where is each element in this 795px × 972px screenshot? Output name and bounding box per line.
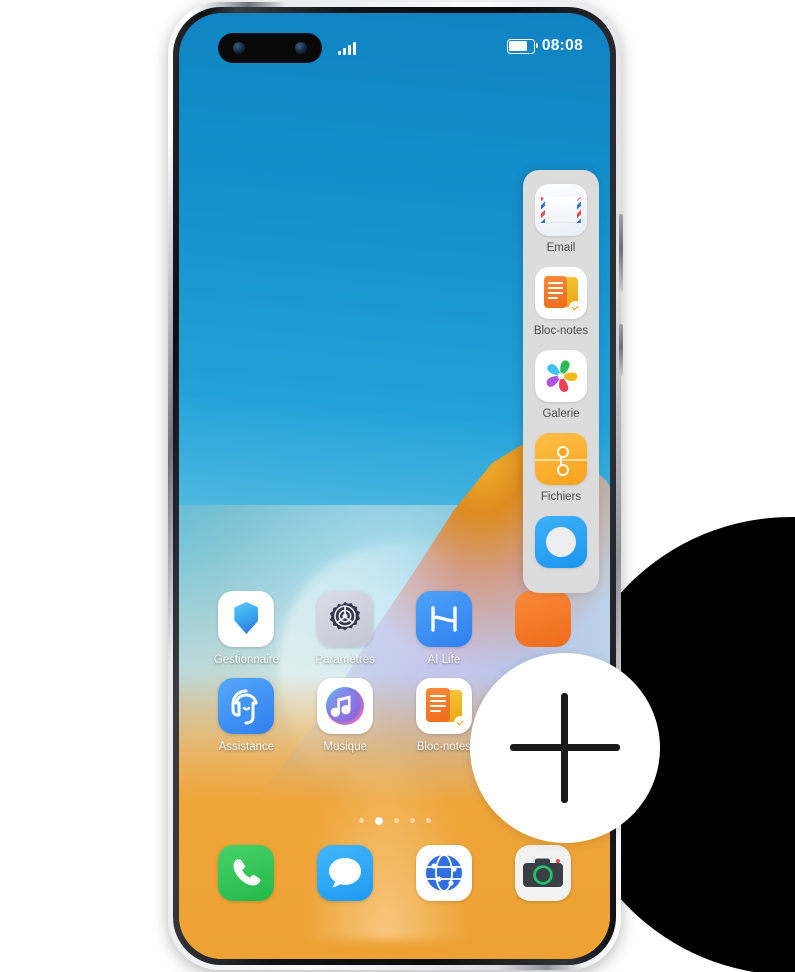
page-dot[interactable] bbox=[409, 818, 415, 823]
dock-app-camera[interactable] bbox=[493, 845, 592, 901]
add-button[interactable] bbox=[470, 653, 660, 843]
signal-bars-icon bbox=[338, 41, 356, 55]
plus-icon-vertical bbox=[561, 693, 568, 803]
dock-app-messages[interactable] bbox=[296, 845, 395, 901]
camera-lens-right-icon bbox=[295, 42, 307, 54]
camera-lens-left-icon bbox=[233, 42, 245, 54]
app-gestionnaire[interactable]: Gestionnaire bbox=[197, 591, 296, 666]
page-dot[interactable] bbox=[358, 818, 364, 823]
shield-icon bbox=[218, 591, 275, 647]
bottom-dock bbox=[179, 845, 610, 901]
dock-app-phone[interactable] bbox=[197, 845, 296, 901]
power-button[interactable] bbox=[619, 324, 623, 376]
page-dot[interactable] bbox=[393, 818, 399, 823]
front-camera-cutout bbox=[218, 33, 322, 63]
gallery-flower-icon bbox=[535, 350, 587, 402]
app-ai-life[interactable]: AI Life bbox=[395, 591, 494, 666]
music-note-icon bbox=[317, 678, 374, 734]
dock-item-label: Fichiers bbox=[540, 491, 582, 503]
status-bar-clock: 08:08 bbox=[541, 37, 583, 54]
battery-fill bbox=[509, 41, 528, 51]
dock-item-label: Email bbox=[546, 242, 576, 254]
dock-item-bloc-notes[interactable]: Bloc-notes bbox=[534, 267, 588, 337]
dock-item-email[interactable]: Email bbox=[535, 184, 587, 254]
notepad-icon bbox=[415, 678, 472, 734]
notepad-icon bbox=[535, 267, 587, 319]
battery-icon bbox=[506, 38, 539, 54]
dock-item-galerie[interactable]: Galerie bbox=[535, 350, 587, 420]
dock-item-blue-app[interactable] bbox=[535, 516, 587, 574]
messages-bubble-icon bbox=[317, 845, 374, 901]
app-musique[interactable]: Musique bbox=[296, 678, 395, 753]
app-parametres[interactable]: Paramètres bbox=[296, 591, 395, 666]
headset-support-icon bbox=[218, 678, 275, 734]
ai-life-icon bbox=[415, 591, 472, 647]
browser-globe-icon bbox=[415, 845, 472, 901]
phone-handset-icon bbox=[218, 845, 275, 901]
app-label: Musique bbox=[323, 741, 367, 753]
dock-item-label: Galerie bbox=[542, 408, 580, 420]
page-dot-active[interactable] bbox=[374, 816, 383, 825]
dock-item-fichiers[interactable]: Fichiers bbox=[535, 433, 587, 503]
screenshot-stage: 08:08 Gestionnaire Paramètres AI Life As… bbox=[0, 0, 795, 972]
page-dot[interactable] bbox=[425, 818, 431, 823]
files-icon bbox=[535, 433, 587, 485]
blue-circle-app-icon bbox=[535, 516, 587, 568]
app-label: AI Life bbox=[427, 654, 461, 666]
multi-window-dock[interactable]: Email Bloc-notes Galerie Fichiers bbox=[523, 170, 599, 593]
hidden-orange-app-icon bbox=[514, 591, 571, 647]
app-label: Gestionnaire bbox=[213, 654, 279, 666]
volume-button[interactable] bbox=[619, 214, 623, 292]
camera-icon bbox=[514, 845, 571, 901]
gear-icon bbox=[317, 591, 374, 647]
app-label: Paramètres bbox=[315, 654, 375, 666]
app-label: Bloc-notes bbox=[416, 741, 472, 753]
email-envelope-icon bbox=[535, 184, 587, 236]
dock-item-label: Bloc-notes bbox=[533, 325, 589, 337]
app-label: Assistance bbox=[218, 741, 275, 753]
status-bar: 08:08 bbox=[179, 13, 610, 63]
app-assistance[interactable]: Assistance bbox=[197, 678, 296, 753]
dock-app-browser[interactable] bbox=[395, 845, 494, 901]
status-bar-right: 08:08 bbox=[506, 37, 583, 55]
